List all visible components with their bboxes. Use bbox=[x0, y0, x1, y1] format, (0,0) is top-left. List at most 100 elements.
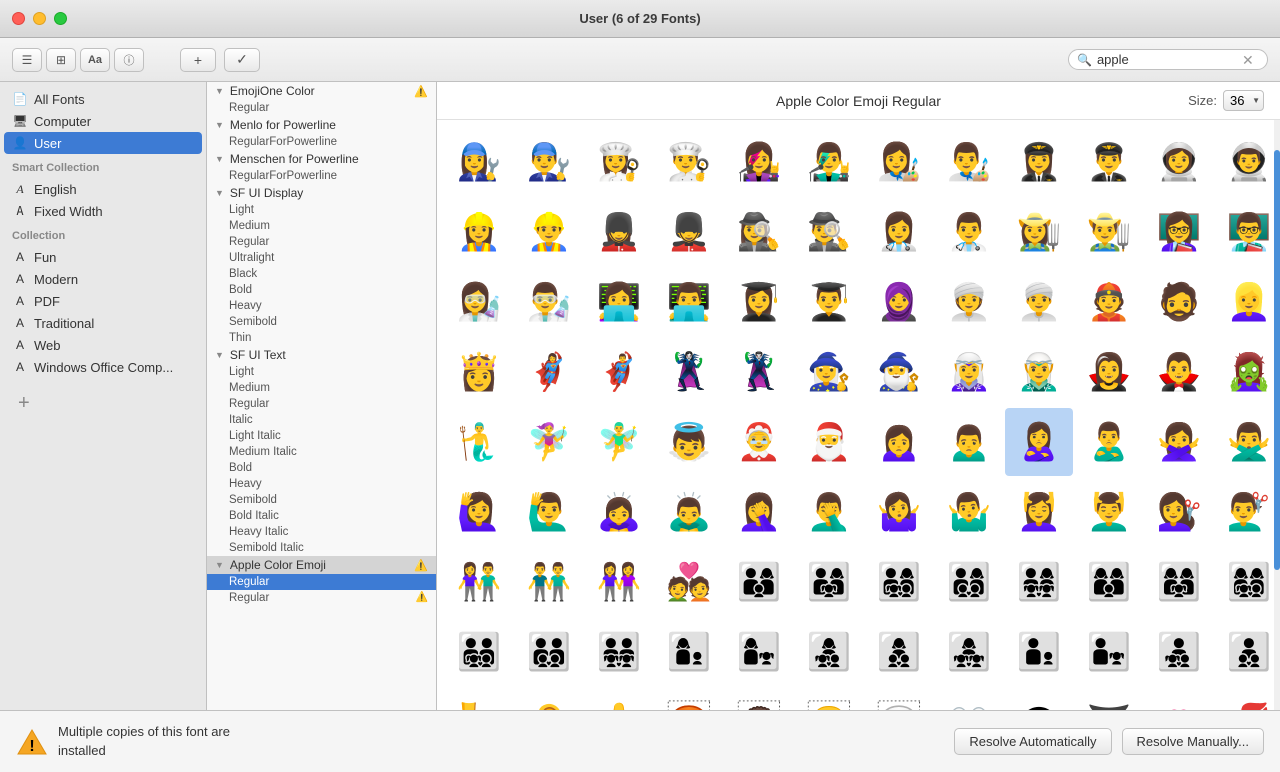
emoji-cell[interactable]: 💆‍♀️ bbox=[1005, 478, 1073, 546]
emoji-cell[interactable]: 🧜‍♂️ bbox=[445, 408, 513, 476]
emoji-cell[interactable]: 👩‍🎤 bbox=[725, 128, 793, 196]
emoji-cell[interactable]: 🙋‍♂️ bbox=[515, 478, 583, 546]
emoji-cell[interactable]: 🧛‍♀️ bbox=[1075, 338, 1143, 406]
font-style-apple-emoji-regular-2[interactable]: Regular ⚠️ bbox=[207, 590, 436, 606]
emoji-cell[interactable]: 👨‍🚀 bbox=[1215, 128, 1280, 196]
font-style-sfuitext-semibold[interactable]: Semibold bbox=[207, 492, 436, 508]
sidebar-item-web[interactable]: A Web bbox=[0, 334, 206, 356]
emoji-cell[interactable]: 👩‍👧‍👧 bbox=[935, 618, 1003, 686]
sidebar-item-fun[interactable]: A Fun bbox=[0, 246, 206, 268]
emoji-cell[interactable]: 🙇‍♀️ bbox=[585, 478, 653, 546]
size-select[interactable]: 36 bbox=[1223, 90, 1264, 111]
emoji-cell[interactable]: 👩‍⚕️ bbox=[865, 198, 933, 266]
emoji-cell[interactable]: 👭 bbox=[585, 548, 653, 616]
font-family-sfuitext[interactable]: ▼ SF UI Text bbox=[207, 346, 436, 364]
emoji-cell[interactable]: 💂‍♀️ bbox=[585, 198, 653, 266]
emoji-cell[interactable]: 👷‍♀️ bbox=[445, 198, 513, 266]
emoji-cell[interactable]: 🧚‍♀️ bbox=[515, 408, 583, 476]
font-style-sfuidisplay-bold[interactable]: Bold bbox=[207, 282, 436, 298]
resolve-manual-button[interactable]: Resolve Manually... bbox=[1122, 728, 1264, 755]
search-input[interactable] bbox=[1097, 52, 1237, 67]
font-style-sfuitext-light-italic[interactable]: Light Italic bbox=[207, 428, 436, 444]
emoji-cell[interactable]: 💆‍♂️ bbox=[1075, 478, 1143, 546]
emoji-cell[interactable]: 🙋‍♀️ bbox=[445, 478, 513, 546]
font-family-emojione[interactable]: ▼ EmojiOne Color ⚠️ bbox=[207, 82, 436, 100]
sidebar-item-english[interactable]: A English bbox=[0, 178, 206, 200]
emoji-cell[interactable]: 👨‍🎤 bbox=[795, 128, 863, 196]
emoji-cell[interactable]: 💋 bbox=[1215, 688, 1280, 710]
emoji-cell[interactable]: 👩‍✈️ bbox=[1005, 128, 1073, 196]
font-family-sfuidisplay[interactable]: ▼ SF UI Display bbox=[207, 184, 436, 202]
emoji-cell[interactable]: 👨‍👨‍👦‍👦 bbox=[515, 618, 583, 686]
view-font-button[interactable]: Aa bbox=[80, 48, 110, 72]
emoji-cell[interactable]: 🕵️‍♀️ bbox=[725, 198, 793, 266]
emoji-cell[interactable]: 🧟‍♀️ bbox=[1215, 338, 1280, 406]
font-style-sfuitext-italic[interactable]: Italic bbox=[207, 412, 436, 428]
emoji-cell[interactable]: 👩‍🍳 bbox=[585, 128, 653, 196]
sidebar-item-all-fonts[interactable]: 📄 All Fonts bbox=[0, 88, 206, 110]
emoji-cell[interactable]: 👬 bbox=[515, 548, 583, 616]
scrollbar-thumb[interactable] bbox=[1274, 150, 1280, 570]
emoji-cell[interactable]: 🙇‍♂️ bbox=[655, 478, 723, 546]
emoji-cell[interactable]: 🦶 bbox=[445, 688, 513, 710]
font-style-sfuidisplay-medium[interactable]: Medium bbox=[207, 218, 436, 234]
font-style-sfuidisplay-semibold[interactable]: Semibold bbox=[207, 314, 436, 330]
emoji-cell[interactable]: 🦳 bbox=[865, 688, 933, 710]
emoji-cell[interactable]: 👩‍🚀 bbox=[1145, 128, 1213, 196]
emoji-cell[interactable]: 👼 bbox=[655, 408, 723, 476]
emoji-cell[interactable]: 🙅‍♀️ bbox=[1145, 408, 1213, 476]
emoji-cell[interactable]: 👩‍💻 bbox=[585, 268, 653, 336]
sidebar-item-modern[interactable]: A Modern bbox=[0, 268, 206, 290]
emoji-cell[interactable]: 🦸‍♀️ bbox=[515, 338, 583, 406]
emoji-cell[interactable]: 👩‍👩‍👦 bbox=[1075, 548, 1143, 616]
emoji-cell[interactable]: 👀 bbox=[935, 688, 1003, 710]
emoji-cell[interactable]: 🤶 bbox=[725, 408, 793, 476]
font-style-sfuitext-medium[interactable]: Medium bbox=[207, 380, 436, 396]
font-style-sfuidisplay-regular[interactable]: Regular bbox=[207, 234, 436, 250]
emoji-cell[interactable]: 👨‍👧 bbox=[1075, 618, 1143, 686]
emoji-cell[interactable]: 🤷‍♀️ bbox=[865, 478, 933, 546]
emoji-cell[interactable]: 👂 bbox=[515, 688, 583, 710]
emoji-cell[interactable]: 🕵️‍♂️ bbox=[795, 198, 863, 266]
emoji-cell[interactable]: 👅 bbox=[1075, 688, 1143, 710]
emoji-cell[interactable]: 👩‍👦 bbox=[655, 618, 723, 686]
font-style-sfuitext-heavy-italic[interactable]: Heavy Italic bbox=[207, 524, 436, 540]
sidebar-item-computer[interactable]: 🖥 Computer bbox=[0, 110, 206, 132]
emoji-cell[interactable]: 👨‍👦 bbox=[1005, 618, 1073, 686]
emoji-cell[interactable]: 💑 bbox=[655, 548, 723, 616]
emoji-cell[interactable]: 👨‍👩‍👧 bbox=[795, 548, 863, 616]
emoji-cell[interactable]: 👨‍💻 bbox=[655, 268, 723, 336]
sidebar-toggle-button[interactable]: ☰ bbox=[12, 48, 42, 72]
emoji-cell[interactable]: 🧕 bbox=[865, 268, 933, 336]
emoji-cell[interactable]: 👷‍♂️ bbox=[515, 198, 583, 266]
font-style-emojione-regular[interactable]: Regular bbox=[207, 100, 436, 116]
emoji-cell[interactable]: 👨‍🍳 bbox=[655, 128, 723, 196]
sidebar-item-windows-office[interactable]: A Windows Office Comp... bbox=[0, 356, 206, 378]
add-collection-button[interactable]: + bbox=[10, 388, 38, 419]
emoji-cell[interactable]: 👄 bbox=[1145, 688, 1213, 710]
emoji-cell[interactable]: 👨‍⚕️ bbox=[935, 198, 1003, 266]
close-button[interactable] bbox=[12, 12, 25, 25]
sidebar-item-fixed-width[interactable]: A Fixed Width bbox=[0, 200, 206, 222]
font-style-sfuidisplay-black[interactable]: Black bbox=[207, 266, 436, 282]
add-font-button[interactable]: + bbox=[180, 48, 216, 72]
emoji-cell[interactable]: 🤦‍♂️ bbox=[795, 478, 863, 546]
font-style-sfuitext-bold[interactable]: Bold bbox=[207, 460, 436, 476]
emoji-cell[interactable]: 💇‍♀️ bbox=[1145, 478, 1213, 546]
emoji-cell[interactable]: 🧔 bbox=[1145, 268, 1213, 336]
font-style-sfuitext-bold-italic[interactable]: Bold Italic bbox=[207, 508, 436, 524]
emoji-cell[interactable]: 👨‍🎓 bbox=[795, 268, 863, 336]
font-style-sfuitext-medium-italic[interactable]: Medium Italic bbox=[207, 444, 436, 460]
emoji-cell[interactable]: 🦹‍♂️ bbox=[725, 338, 793, 406]
emoji-cell[interactable]: 🧝‍♂️ bbox=[1005, 338, 1073, 406]
maximize-button[interactable] bbox=[54, 12, 67, 25]
emoji-cell[interactable]: 👨‍👧‍👦 bbox=[1145, 618, 1213, 686]
emoji-cell[interactable]: 🦸‍♂️ bbox=[585, 338, 653, 406]
font-style-sfuitext-light[interactable]: Light bbox=[207, 364, 436, 380]
font-style-apple-emoji-regular-1[interactable]: Regular bbox=[207, 574, 436, 590]
emoji-cell[interactable]: 👳‍♂️ bbox=[1005, 268, 1073, 336]
emoji-cell[interactable]: 👨‍👩‍👦‍👦 bbox=[935, 548, 1003, 616]
emoji-cell[interactable]: 🧚‍♂️ bbox=[585, 408, 653, 476]
emoji-cell[interactable]: 👩‍🎨 bbox=[865, 128, 933, 196]
emoji-cell[interactable]: 👩‍👧 bbox=[725, 618, 793, 686]
